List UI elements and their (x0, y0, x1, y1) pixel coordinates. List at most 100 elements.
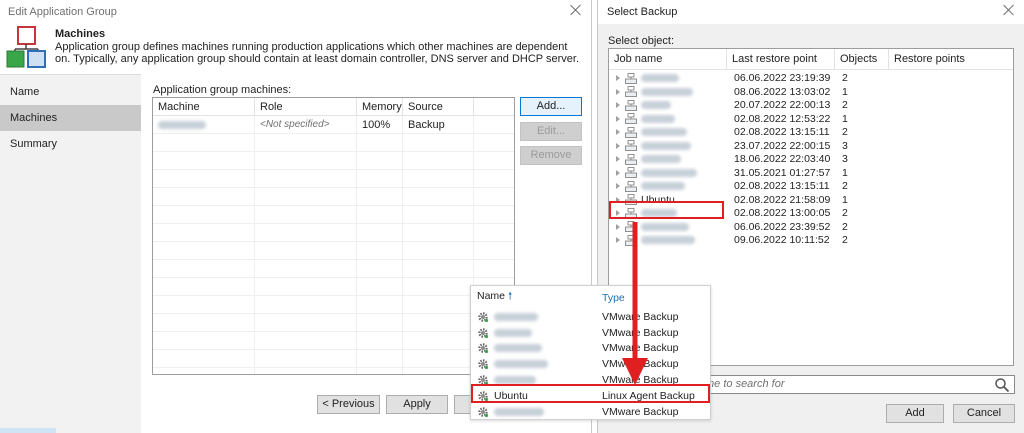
cancel-button[interactable]: Cancel (953, 404, 1015, 423)
backup-job-icon (625, 127, 637, 138)
nav-item-machines[interactable]: Machines (0, 105, 141, 131)
expand-icon[interactable] (616, 75, 620, 82)
nav-item-name[interactable]: Name (0, 79, 141, 105)
machine-cell (153, 116, 255, 134)
backup-job-icon (625, 154, 637, 165)
previous-button[interactable]: < Previous (317, 395, 380, 414)
redacted-text (641, 141, 691, 150)
search-input[interactable]: me to search for (698, 375, 1015, 394)
expand-icon[interactable] (616, 115, 620, 122)
source-cell: Backup (403, 116, 474, 134)
objects-count: 2 (842, 234, 848, 247)
expand-icon[interactable] (616, 142, 620, 149)
col-memory[interactable]: Memory (357, 98, 403, 116)
edit-window-title: Edit Application Group (8, 6, 117, 18)
gear-icon (478, 312, 489, 322)
last-restore-point: 02.08.2022 12:53:22 (734, 112, 831, 125)
col-restore-points[interactable]: Restore points (889, 49, 1013, 70)
col-job-name[interactable]: Job name (609, 49, 727, 70)
machines-grid-label: Application group machines: (153, 84, 292, 96)
table-row[interactable]: <Not specified> 100% Backup (153, 116, 514, 134)
expand-icon[interactable] (616, 169, 620, 176)
tree-row[interactable]: 06.06.2022 23:39:52 2 (609, 221, 1013, 235)
redacted-text (494, 328, 532, 337)
edit-window-titlebar: Edit Application Group (0, 0, 591, 24)
select-object-label: Select object: (608, 35, 675, 47)
popup-header: Name 🠕 Type (471, 286, 710, 309)
objects-count: 2 (842, 99, 848, 112)
close-icon[interactable] (1002, 3, 1016, 17)
search-icon[interactable] (994, 377, 1010, 393)
machines-grid[interactable]: Machine Role Memory Source <Not specifie… (152, 97, 515, 375)
expand-icon[interactable] (616, 156, 620, 163)
red-arrow-icon (622, 222, 648, 385)
col-machine[interactable]: Machine (153, 98, 255, 116)
objects-count: 1 (842, 112, 848, 125)
expand-icon[interactable] (616, 129, 620, 136)
ubuntu-job-highlight (609, 201, 724, 219)
redacted-text (494, 344, 542, 353)
select-window-title: Select Backup (607, 6, 678, 18)
col-last-restore-point[interactable]: Last restore point (727, 49, 835, 70)
gear-icon (478, 406, 489, 417)
tree-row[interactable]: 09.06.2022 10:11:52 2 (609, 234, 1013, 248)
add-machine-button[interactable]: Add... (520, 97, 582, 116)
list-item[interactable]: VMware Backup (471, 404, 710, 419)
tree-rows: 06.06.2022 23:19:39 2 08.06.2022 13:03:02 1… (609, 72, 1013, 248)
tree-row[interactable]: 02.08.2022 13:15:11 2 (609, 180, 1013, 194)
page-title: Machines (55, 28, 106, 40)
backup-job-icon (625, 140, 637, 152)
tree-row[interactable]: 23.07.2022 22:00:15 3 (609, 140, 1013, 154)
application-group-icon (6, 26, 46, 68)
col-role[interactable]: Role (255, 98, 357, 116)
backup-job-icon (625, 73, 637, 84)
close-icon[interactable] (569, 3, 583, 17)
add-backup-button[interactable]: Add (886, 404, 944, 423)
edit-machine-button[interactable]: Edit... (520, 122, 582, 141)
tree-row[interactable]: 20.07.2022 22:00:13 2 (609, 99, 1013, 113)
ubuntu-type-highlight (471, 384, 710, 403)
objects-count: 2 (842, 220, 848, 233)
objects-count: 2 (842, 180, 848, 193)
expand-icon[interactable] (616, 102, 620, 109)
apply-button[interactable]: Apply (386, 395, 448, 414)
col-name[interactable]: Name (477, 290, 505, 302)
tree-row[interactable]: 08.06.2022 13:03:02 1 (609, 86, 1013, 100)
objects-count: 3 (842, 139, 848, 152)
tree-row[interactable]: 02.08.2022 12:53:22 1 (609, 113, 1013, 127)
redacted-text (494, 360, 548, 369)
col-objects[interactable]: Objects (835, 49, 889, 70)
list-item[interactable]: VMware Backup (471, 341, 710, 357)
tree-row[interactable]: 31.05.2021 01:27:57 1 (609, 167, 1013, 181)
list-item[interactable]: VMware Backup (471, 309, 710, 325)
last-restore-point: 02.08.2022 13:15:11 (734, 180, 830, 193)
objects-count: 2 (842, 72, 848, 85)
last-restore-point: 02.08.2022 21:58:09 (734, 193, 831, 206)
backup-job-icon (625, 113, 637, 125)
gear-icon (478, 343, 489, 354)
last-restore-point: 06.06.2022 23:19:39 (734, 72, 831, 85)
last-restore-point: 20.07.2022 22:00:13 (734, 99, 831, 112)
expand-icon[interactable] (616, 183, 620, 190)
last-restore-point: 09.06.2022 10:11:52 (734, 234, 830, 247)
list-item[interactable]: VMware Backup (471, 356, 710, 372)
redacted-text (641, 155, 681, 164)
tree-row[interactable]: 02.08.2022 13:15:11 2 (609, 126, 1013, 140)
nav-item-summary[interactable]: Summary (0, 131, 141, 157)
col-source[interactable]: Source (403, 98, 474, 116)
remove-machine-button[interactable]: Remove (520, 146, 582, 165)
wizard-nav: Name Machines Summary (0, 74, 141, 433)
backup-job-icon (625, 86, 637, 98)
list-item[interactable]: VMware Backup (471, 325, 710, 341)
redacted-text (641, 182, 685, 191)
page-description: Application group defines machines runni… (55, 41, 579, 65)
last-restore-point: 18.06.2022 22:03:40 (734, 153, 831, 166)
last-restore-point: 23.07.2022 22:00:15 (734, 139, 831, 152)
expand-icon[interactable] (616, 88, 620, 95)
tree-row[interactable]: 06.06.2022 23:19:39 2 (609, 72, 1013, 86)
objects-count: 1 (842, 166, 848, 179)
tree-row[interactable]: 18.06.2022 22:03:40 3 (609, 153, 1013, 167)
role-cell: <Not specified> (255, 116, 357, 134)
objects-count: 1 (842, 85, 848, 98)
backup-job-icon (625, 181, 637, 192)
